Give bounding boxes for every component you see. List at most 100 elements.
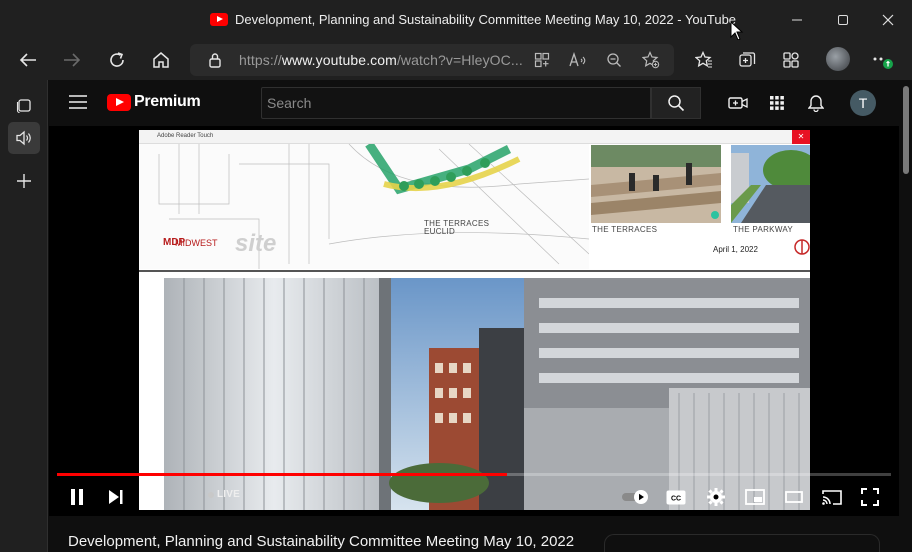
video-frame-slide: Adobe Reader Touch ✕ THE TERRACES EUCLID… [139, 130, 810, 510]
cast-icon [822, 490, 842, 505]
close-icon [882, 14, 894, 26]
home-button[interactable] [146, 46, 176, 74]
slide-date: April 1, 2022 [713, 245, 758, 254]
cast-button[interactable] [819, 484, 845, 510]
extensions-button[interactable] [776, 46, 806, 74]
guide-menu-button[interactable] [69, 95, 87, 109]
plus-icon [17, 174, 31, 188]
svg-text:CC: CC [671, 495, 681, 502]
fullscreen-icon [861, 488, 879, 506]
progress-played [57, 473, 508, 476]
captions-icon: CC [666, 490, 686, 504]
maximize-button[interactable] [826, 6, 860, 34]
profile-picture[interactable] [826, 47, 850, 71]
add-favorite-icon [642, 51, 660, 69]
favorites-icon [695, 51, 712, 68]
captions-button[interactable]: CC [663, 484, 689, 510]
pause-icon [71, 489, 83, 505]
refresh-icon [110, 52, 124, 67]
theater-mode-button[interactable] [781, 484, 807, 510]
speaker-icon [16, 130, 31, 146]
volume-icon [145, 489, 163, 505]
caption-terraces: THE TERRACES [592, 225, 658, 234]
terraces-photo [591, 145, 721, 223]
autoplay-toggle-icon [622, 490, 648, 504]
apps-button[interactable] [765, 91, 789, 115]
url-scheme: https:// [239, 52, 282, 68]
miniplayer-button[interactable] [742, 484, 768, 510]
video-player[interactable]: Adobe Reader Touch ✕ THE TERRACES EUCLID… [49, 126, 899, 516]
browser-toolbar: https://www.youtube.com/watch?v=HleyOC..… [0, 40, 912, 80]
app-available-button[interactable] [530, 49, 554, 71]
site-logo: site [235, 230, 277, 257]
collections-icon [739, 52, 756, 67]
minimize-icon [792, 19, 802, 21]
url-host: www.youtube.com [281, 52, 397, 68]
notifications-button[interactable] [804, 91, 828, 115]
pause-button[interactable] [64, 484, 90, 510]
firm-logo-icon [794, 239, 810, 255]
next-icon [109, 490, 123, 504]
secondary-panel [604, 534, 880, 552]
refresh-button[interactable] [102, 46, 132, 74]
more-icon [873, 57, 893, 69]
create-button[interactable] [726, 91, 750, 115]
page-scrollbar[interactable] [903, 86, 909, 174]
forward-button[interactable] [57, 46, 87, 74]
vertical-tab-bar [0, 80, 48, 552]
read-aloud-icon [569, 52, 586, 67]
slide-app-name: Adobe Reader Touch [157, 133, 214, 139]
mouse-cursor-icon [730, 21, 744, 41]
bell-icon [808, 95, 824, 112]
parkway-photo [731, 145, 810, 223]
close-window-button[interactable] [871, 6, 905, 34]
mute-button[interactable] [141, 484, 167, 510]
zoom-button[interactable] [602, 49, 626, 71]
back-button[interactable] [13, 46, 43, 74]
fullscreen-button[interactable] [857, 484, 883, 510]
youtube-icon [210, 13, 228, 26]
app-available-icon [534, 52, 550, 68]
settings-button[interactable] [703, 484, 729, 510]
caption-terraces-euclid: THE TERRACES EUCLID [424, 219, 490, 236]
add-favorite-button[interactable] [639, 49, 663, 71]
forward-icon [64, 53, 81, 67]
read-aloud-button[interactable] [566, 49, 590, 71]
home-icon [153, 52, 169, 68]
account-avatar[interactable]: T [850, 90, 876, 116]
collections-button[interactable] [732, 46, 762, 74]
window-title: Development, Planning and Sustainability… [235, 12, 737, 27]
address-bar[interactable]: https://www.youtube.com/watch?v=HleyOC..… [190, 44, 674, 76]
address-url[interactable]: https://www.youtube.com/watch?v=HleyOC..… [239, 52, 523, 68]
window-title-bar: Development, Planning and Sustainability… [0, 0, 912, 41]
hamburger-menu-icon [69, 95, 87, 109]
settings-more-button[interactable] [868, 46, 898, 74]
midwest-logo-text: MIDWEST [175, 238, 218, 248]
create-video-icon [728, 97, 748, 109]
search-button[interactable] [651, 87, 701, 119]
youtube-logo-icon [107, 94, 131, 111]
video-title: Development, Planning and Sustainability… [68, 533, 575, 550]
live-badge[interactable]: LIVE [217, 489, 240, 500]
active-tab-audio[interactable] [8, 122, 40, 154]
next-button[interactable] [103, 484, 129, 510]
new-tab-button[interactable] [8, 165, 40, 197]
favorites-button[interactable] [689, 46, 719, 74]
tab-actions-button[interactable] [8, 89, 40, 121]
zoom-out-icon [607, 53, 621, 67]
settings-icon [707, 488, 725, 506]
search-input[interactable]: Search [261, 87, 651, 119]
theater-icon [785, 491, 803, 503]
search-icon [668, 95, 685, 112]
site-info-button[interactable] [203, 49, 227, 71]
slide-app-bar: Adobe Reader Touch ✕ [139, 130, 810, 144]
video-progress-bar[interactable] [57, 473, 891, 476]
url-path: /watch?v=HleyOC... [396, 52, 523, 68]
search-placeholder: Search [267, 95, 312, 111]
minimize-button[interactable] [780, 6, 814, 34]
extensions-icon [783, 52, 799, 68]
youtube-header: Premium Search T [49, 80, 912, 126]
lock-icon [209, 53, 221, 68]
youtube-premium-wordmark: Premium [134, 93, 201, 110]
autoplay-toggle[interactable] [621, 484, 651, 510]
